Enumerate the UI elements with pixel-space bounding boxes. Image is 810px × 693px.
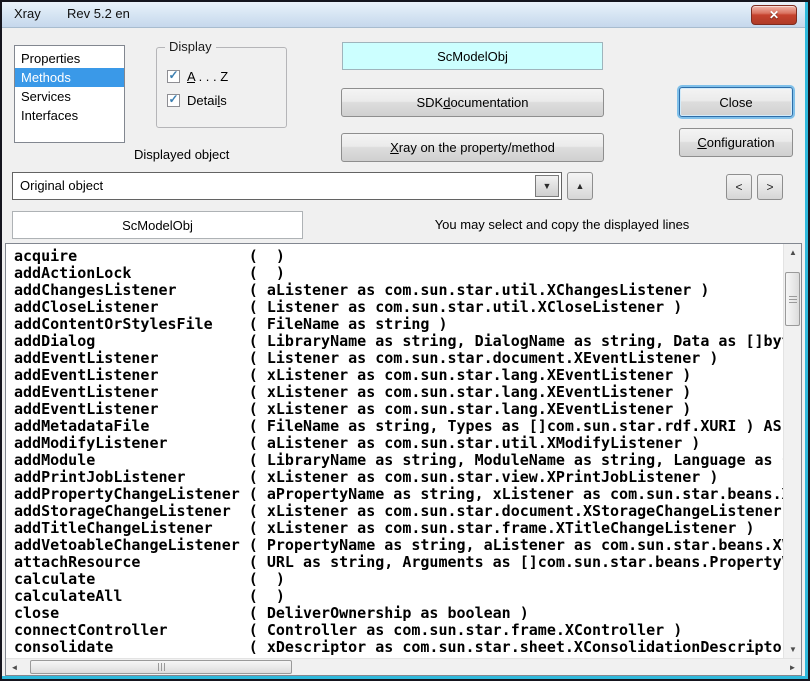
scroll-right-button[interactable]: ► [784,659,801,676]
scroll-up-icon: ▲ [789,248,797,257]
category-item-methods[interactable]: Methods [15,68,124,87]
member-row[interactable]: addModule ( LibraryName as string, Modul… [14,452,783,469]
parent-object-button[interactable]: ▲ [567,172,593,200]
member-row[interactable]: addContentOrStylesFile ( FileName as str… [14,316,783,333]
close-icon: ✕ [769,9,779,21]
close-window-button[interactable]: ✕ [751,5,797,25]
member-row[interactable]: addPrintJobListener ( xListener as com.s… [14,469,783,486]
vertical-scroll-thumb[interactable] [785,272,800,326]
member-row[interactable]: addModifyListener ( aListener as com.sun… [14,435,783,452]
member-row[interactable]: addActionLock ( ) [14,265,783,282]
displayed-object-label: Displayed object [134,147,229,162]
xray-dialog-window: Xray Rev 5.2 en ✕ PropertiesMethodsServi… [0,0,810,681]
member-row[interactable]: addCloseListener ( Listener as com.sun.s… [14,299,783,316]
scroll-down-icon: ▼ [789,645,797,654]
current-object-name-box: ScModelObj [12,211,303,239]
screen: Xray Rev 5.2 en ✕ PropertiesMethodsServi… [0,0,810,693]
object-name-field[interactable]: ScModelObj [342,42,603,70]
member-row[interactable]: addMetadataFile ( FileName as string, Ty… [14,418,783,435]
member-row[interactable]: calculate ( ) [14,571,783,588]
member-rows: acquire ( )addActionLock ( )addChangesLi… [6,244,783,658]
next-button[interactable]: > [757,174,783,200]
category-item-properties[interactable]: Properties [15,49,124,68]
member-row[interactable]: addEventListener ( xListener as com.sun.… [14,401,783,418]
member-listbox[interactable]: acquire ( )addActionLock ( )addChangesLi… [5,243,802,676]
copy-hint-label: You may select and copy the displayed li… [322,217,802,232]
previous-button[interactable]: < [726,174,752,200]
scroll-up-button[interactable]: ▲ [784,244,802,261]
chevron-up-icon: ▲ [576,182,585,191]
checkbox-az-box[interactable]: ✓ [167,70,180,83]
window-revision: Rev 5.2 en [67,6,130,21]
object-selector-value: Original object [20,178,103,193]
member-row[interactable]: addDialog ( LibraryName as string, Dialo… [14,333,783,350]
scroll-right-icon: ► [789,663,797,672]
member-row[interactable]: calculateAll ( ) [14,588,783,605]
checkbox-az-label: A . . . Z [187,69,228,84]
member-row[interactable]: consolidate ( xDescriptor as com.sun.sta… [14,639,783,656]
member-row[interactable]: addTitleChangeListener ( xListener as co… [14,520,783,537]
configuration-button[interactable]: Configuration [679,128,793,157]
member-row[interactable]: addEventListener ( xListener as com.sun.… [14,367,783,384]
scroll-left-button[interactable]: ◄ [6,659,23,676]
checkbox-details-label: Details [187,93,227,108]
member-row[interactable]: addPropertyChangeListener ( aPropertyNam… [14,486,783,503]
checkbox-details[interactable]: ✓ Details [167,92,227,108]
combo-dropdown-button[interactable]: ▼ [535,175,559,197]
check-icon: ✓ [168,93,178,105]
member-row[interactable]: acquire ( ) [14,248,783,265]
check-icon: ✓ [168,69,178,81]
horizontal-scroll-thumb[interactable] [30,660,292,674]
dialog-client-area: PropertiesMethodsServicesInterfaces Disp… [2,28,805,676]
member-row[interactable]: close ( DeliverOwnership as boolean ) [14,605,783,622]
scroll-down-button[interactable]: ▼ [784,641,802,658]
member-row[interactable]: addEventListener ( xListener as com.sun.… [14,384,783,401]
member-row[interactable]: addStorageChangeListener ( xListener as … [14,503,783,520]
titlebar[interactable]: Xray Rev 5.2 en ✕ [2,2,805,28]
checkbox-az[interactable]: ✓ A . . . Z [167,68,228,84]
xray-on-property-method-button[interactable]: Xray on the property/method [341,133,604,162]
window-title: Xray [14,6,41,21]
category-item-interfaces[interactable]: Interfaces [15,106,124,125]
vertical-scrollbar[interactable]: ▲ ▼ [783,244,801,658]
close-button[interactable]: Close [679,87,793,117]
member-row[interactable]: attachResource ( URL as string, Argument… [14,554,783,571]
horizontal-scrollbar[interactable]: ◄ ► [6,658,801,675]
display-groupbox: Display ✓ A . . . Z ✓ Details [156,47,287,128]
sdk-documentation-button[interactable]: SDK documentation [341,88,604,117]
category-listbox[interactable]: PropertiesMethodsServicesInterfaces [14,45,125,143]
member-row[interactable]: addEventListener ( Listener as com.sun.s… [14,350,783,367]
scroll-left-icon: ◄ [11,663,19,672]
object-selector-combobox[interactable]: Original object ▼ [12,172,562,200]
checkbox-details-box[interactable]: ✓ [167,94,180,107]
display-group-title: Display [165,39,216,54]
member-row[interactable]: connectController ( Controller as com.su… [14,622,783,639]
member-row[interactable]: addChangesListener ( aListener as com.su… [14,282,783,299]
category-item-services[interactable]: Services [15,87,124,106]
chevron-down-icon: ▼ [543,182,552,191]
member-row[interactable]: addVetoableChangeListener ( PropertyName… [14,537,783,554]
